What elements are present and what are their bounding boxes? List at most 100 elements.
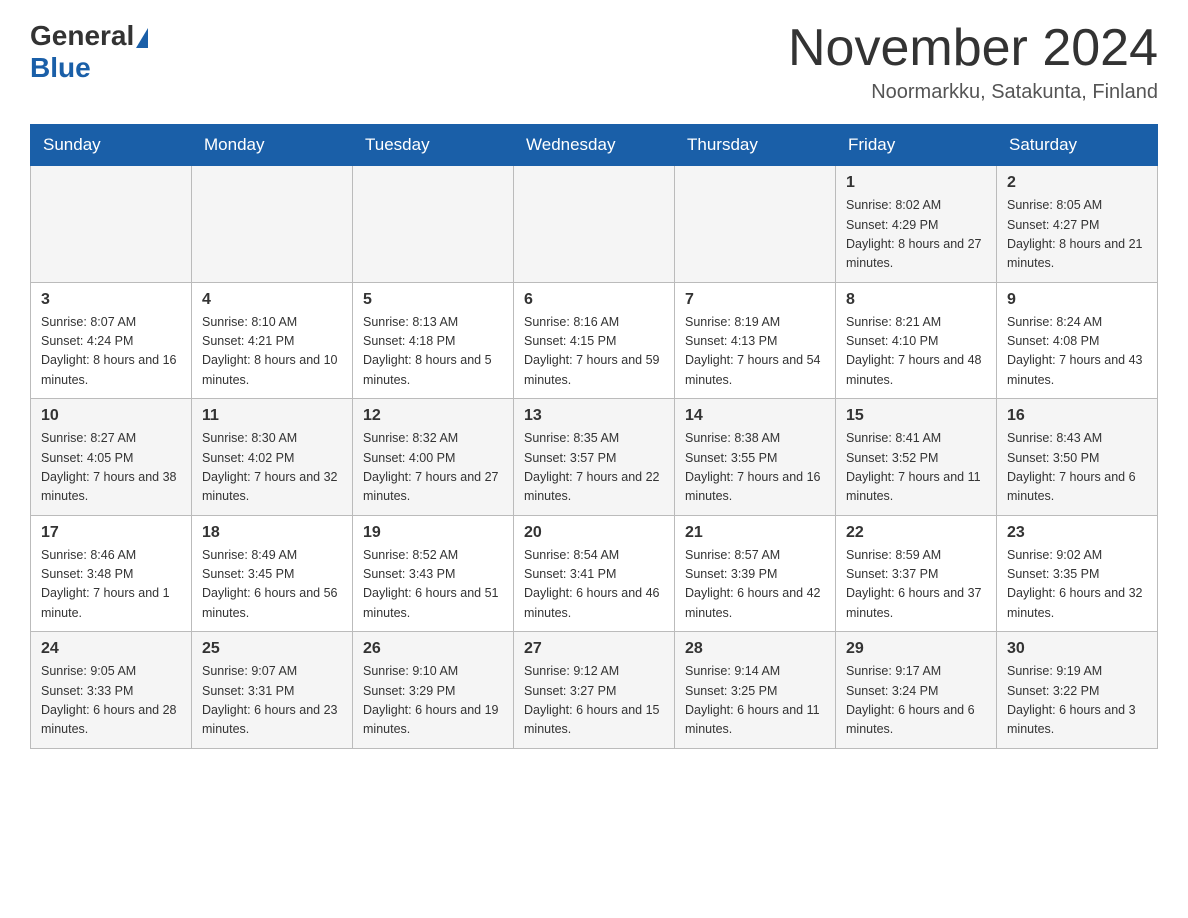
day-number: 24 (41, 640, 181, 658)
day-number: 4 (202, 291, 342, 309)
calendar-day-0-3 (514, 166, 675, 283)
day-number: 16 (1007, 407, 1147, 425)
day-number: 29 (846, 640, 986, 658)
calendar-day-2-4: 14 Sunrise: 8:38 AM Sunset: 3:55 PM Dayli… (675, 399, 836, 516)
day-info: Sunrise: 8:32 AM Sunset: 4:00 PM Dayligh… (363, 429, 503, 507)
col-header-monday: Monday (192, 125, 353, 166)
day-info: Sunrise: 8:49 AM Sunset: 3:45 PM Dayligh… (202, 546, 342, 624)
day-info: Sunrise: 8:02 AM Sunset: 4:29 PM Dayligh… (846, 196, 986, 274)
calendar-day-1-4: 7 Sunrise: 8:19 AM Sunset: 4:13 PM Daylig… (675, 282, 836, 399)
day-info: Sunrise: 9:17 AM Sunset: 3:24 PM Dayligh… (846, 662, 986, 740)
day-info: Sunrise: 8:05 AM Sunset: 4:27 PM Dayligh… (1007, 196, 1147, 274)
day-info: Sunrise: 8:43 AM Sunset: 3:50 PM Dayligh… (1007, 429, 1147, 507)
day-info: Sunrise: 8:35 AM Sunset: 3:57 PM Dayligh… (524, 429, 664, 507)
day-number: 13 (524, 407, 664, 425)
day-info: Sunrise: 8:24 AM Sunset: 4:08 PM Dayligh… (1007, 313, 1147, 391)
calendar-day-2-6: 16 Sunrise: 8:43 AM Sunset: 3:50 PM Dayli… (997, 399, 1158, 516)
calendar-week-1: 1 Sunrise: 8:02 AM Sunset: 4:29 PM Daylig… (31, 166, 1158, 283)
day-number: 12 (363, 407, 503, 425)
day-info: Sunrise: 8:46 AM Sunset: 3:48 PM Dayligh… (41, 546, 181, 624)
day-number: 1 (846, 174, 986, 192)
calendar-day-4-4: 28 Sunrise: 9:14 AM Sunset: 3:25 PM Dayli… (675, 632, 836, 749)
day-number: 3 (41, 291, 181, 309)
logo-blue-text: Blue (30, 52, 91, 83)
day-info: Sunrise: 9:05 AM Sunset: 3:33 PM Dayligh… (41, 662, 181, 740)
logo: General Blue (30, 20, 150, 84)
day-info: Sunrise: 8:13 AM Sunset: 4:18 PM Dayligh… (363, 313, 503, 391)
day-info: Sunrise: 9:07 AM Sunset: 3:31 PM Dayligh… (202, 662, 342, 740)
calendar-day-0-0 (31, 166, 192, 283)
location: Noormarkku, Satakunta, Finland (788, 81, 1158, 104)
calendar-week-4: 17Sunrise: 8:46 AM Sunset: 3:48 PM Dayli… (31, 515, 1158, 632)
calendar-day-3-2: 19Sunrise: 8:52 AM Sunset: 3:43 PM Dayli… (353, 515, 514, 632)
calendar-day-3-4: 21 Sunrise: 8:57 AM Sunset: 3:39 PM Dayli… (675, 515, 836, 632)
day-number: 23 (1007, 524, 1147, 542)
calendar-day-4-5: 29 Sunrise: 9:17 AM Sunset: 3:24 PM Dayli… (836, 632, 997, 749)
day-info: Sunrise: 8:10 AM Sunset: 4:21 PM Dayligh… (202, 313, 342, 391)
day-number: 14 (685, 407, 825, 425)
day-number: 22 (846, 524, 986, 542)
day-info: Sunrise: 9:02 AM Sunset: 3:35 PM Dayligh… (1007, 546, 1147, 624)
day-info: Sunrise: 9:19 AM Sunset: 3:22 PM Dayligh… (1007, 662, 1147, 740)
calendar-day-0-2 (353, 166, 514, 283)
calendar-day-3-6: 23 Sunrise: 9:02 AM Sunset: 3:35 PM Dayli… (997, 515, 1158, 632)
day-number: 7 (685, 291, 825, 309)
day-number: 15 (846, 407, 986, 425)
day-info: Sunrise: 9:14 AM Sunset: 3:25 PM Dayligh… (685, 662, 825, 740)
calendar-day-1-3: 6 Sunrise: 8:16 AM Sunset: 4:15 PM Daylig… (514, 282, 675, 399)
calendar-day-3-1: 18Sunrise: 8:49 AM Sunset: 3:45 PM Dayli… (192, 515, 353, 632)
calendar-header-row: Sunday Monday Tuesday Wednesday Thursday… (31, 125, 1158, 166)
day-number: 21 (685, 524, 825, 542)
calendar-day-1-0: 3 Sunrise: 8:07 AM Sunset: 4:24 PM Daylig… (31, 282, 192, 399)
calendar-table: Sunday Monday Tuesday Wednesday Thursday… (30, 124, 1158, 749)
day-number: 8 (846, 291, 986, 309)
calendar-day-3-5: 22 Sunrise: 8:59 AM Sunset: 3:37 PM Dayli… (836, 515, 997, 632)
day-info: Sunrise: 8:41 AM Sunset: 3:52 PM Dayligh… (846, 429, 986, 507)
col-header-thursday: Thursday (675, 125, 836, 166)
calendar-day-1-6: 9 Sunrise: 8:24 AM Sunset: 4:08 PM Daylig… (997, 282, 1158, 399)
title-section: November 2024 Noormarkku, Satakunta, Fin… (788, 20, 1158, 104)
calendar-day-1-5: 8 Sunrise: 8:21 AM Sunset: 4:10 PM Daylig… (836, 282, 997, 399)
calendar-day-4-1: 25 Sunrise: 9:07 AM Sunset: 3:31 PM Dayli… (192, 632, 353, 749)
day-info: Sunrise: 9:10 AM Sunset: 3:29 PM Dayligh… (363, 662, 503, 740)
day-number: 20 (524, 524, 664, 542)
day-number: 30 (1007, 640, 1147, 658)
calendar-week-2: 3 Sunrise: 8:07 AM Sunset: 4:24 PM Daylig… (31, 282, 1158, 399)
page-header: General Blue November 2024 Noormarkku, S… (30, 20, 1158, 104)
day-info: Sunrise: 8:27 AM Sunset: 4:05 PM Dayligh… (41, 429, 181, 507)
col-header-saturday: Saturday (997, 125, 1158, 166)
calendar-day-2-1: 11Sunrise: 8:30 AM Sunset: 4:02 PM Dayli… (192, 399, 353, 516)
day-info: Sunrise: 8:19 AM Sunset: 4:13 PM Dayligh… (685, 313, 825, 391)
calendar-day-4-2: 26 Sunrise: 9:10 AM Sunset: 3:29 PM Dayli… (353, 632, 514, 749)
day-number: 9 (1007, 291, 1147, 309)
day-number: 6 (524, 291, 664, 309)
day-info: Sunrise: 8:52 AM Sunset: 3:43 PM Dayligh… (363, 546, 503, 624)
calendar-day-2-0: 10Sunrise: 8:27 AM Sunset: 4:05 PM Dayli… (31, 399, 192, 516)
day-info: Sunrise: 8:59 AM Sunset: 3:37 PM Dayligh… (846, 546, 986, 624)
day-number: 25 (202, 640, 342, 658)
day-info: Sunrise: 8:07 AM Sunset: 4:24 PM Dayligh… (41, 313, 181, 391)
calendar-day-4-3: 27Sunrise: 9:12 AM Sunset: 3:27 PM Dayli… (514, 632, 675, 749)
col-header-sunday: Sunday (31, 125, 192, 166)
calendar-day-1-1: 4 Sunrise: 8:10 AM Sunset: 4:21 PM Daylig… (192, 282, 353, 399)
day-number: 27 (524, 640, 664, 658)
day-number: 26 (363, 640, 503, 658)
day-info: Sunrise: 8:21 AM Sunset: 4:10 PM Dayligh… (846, 313, 986, 391)
logo-triangle-icon (136, 28, 148, 48)
col-header-wednesday: Wednesday (514, 125, 675, 166)
calendar-day-0-1 (192, 166, 353, 283)
calendar-day-0-4 (675, 166, 836, 283)
calendar-day-2-5: 15 Sunrise: 8:41 AM Sunset: 3:52 PM Dayli… (836, 399, 997, 516)
day-number: 28 (685, 640, 825, 658)
calendar-week-5: 24 Sunrise: 9:05 AM Sunset: 3:33 PM Dayli… (31, 632, 1158, 749)
calendar-week-3: 10Sunrise: 8:27 AM Sunset: 4:05 PM Dayli… (31, 399, 1158, 516)
col-header-friday: Friday (836, 125, 997, 166)
logo-general-text: General (30, 20, 134, 52)
calendar-day-4-6: 30 Sunrise: 9:19 AM Sunset: 3:22 PM Dayli… (997, 632, 1158, 749)
day-info: Sunrise: 8:16 AM Sunset: 4:15 PM Dayligh… (524, 313, 664, 391)
calendar-day-3-3: 20Sunrise: 8:54 AM Sunset: 3:41 PM Dayli… (514, 515, 675, 632)
day-info: Sunrise: 8:57 AM Sunset: 3:39 PM Dayligh… (685, 546, 825, 624)
month-title: November 2024 (788, 20, 1158, 77)
calendar-day-2-3: 13 Sunrise: 8:35 AM Sunset: 3:57 PM Dayli… (514, 399, 675, 516)
day-info: Sunrise: 8:38 AM Sunset: 3:55 PM Dayligh… (685, 429, 825, 507)
